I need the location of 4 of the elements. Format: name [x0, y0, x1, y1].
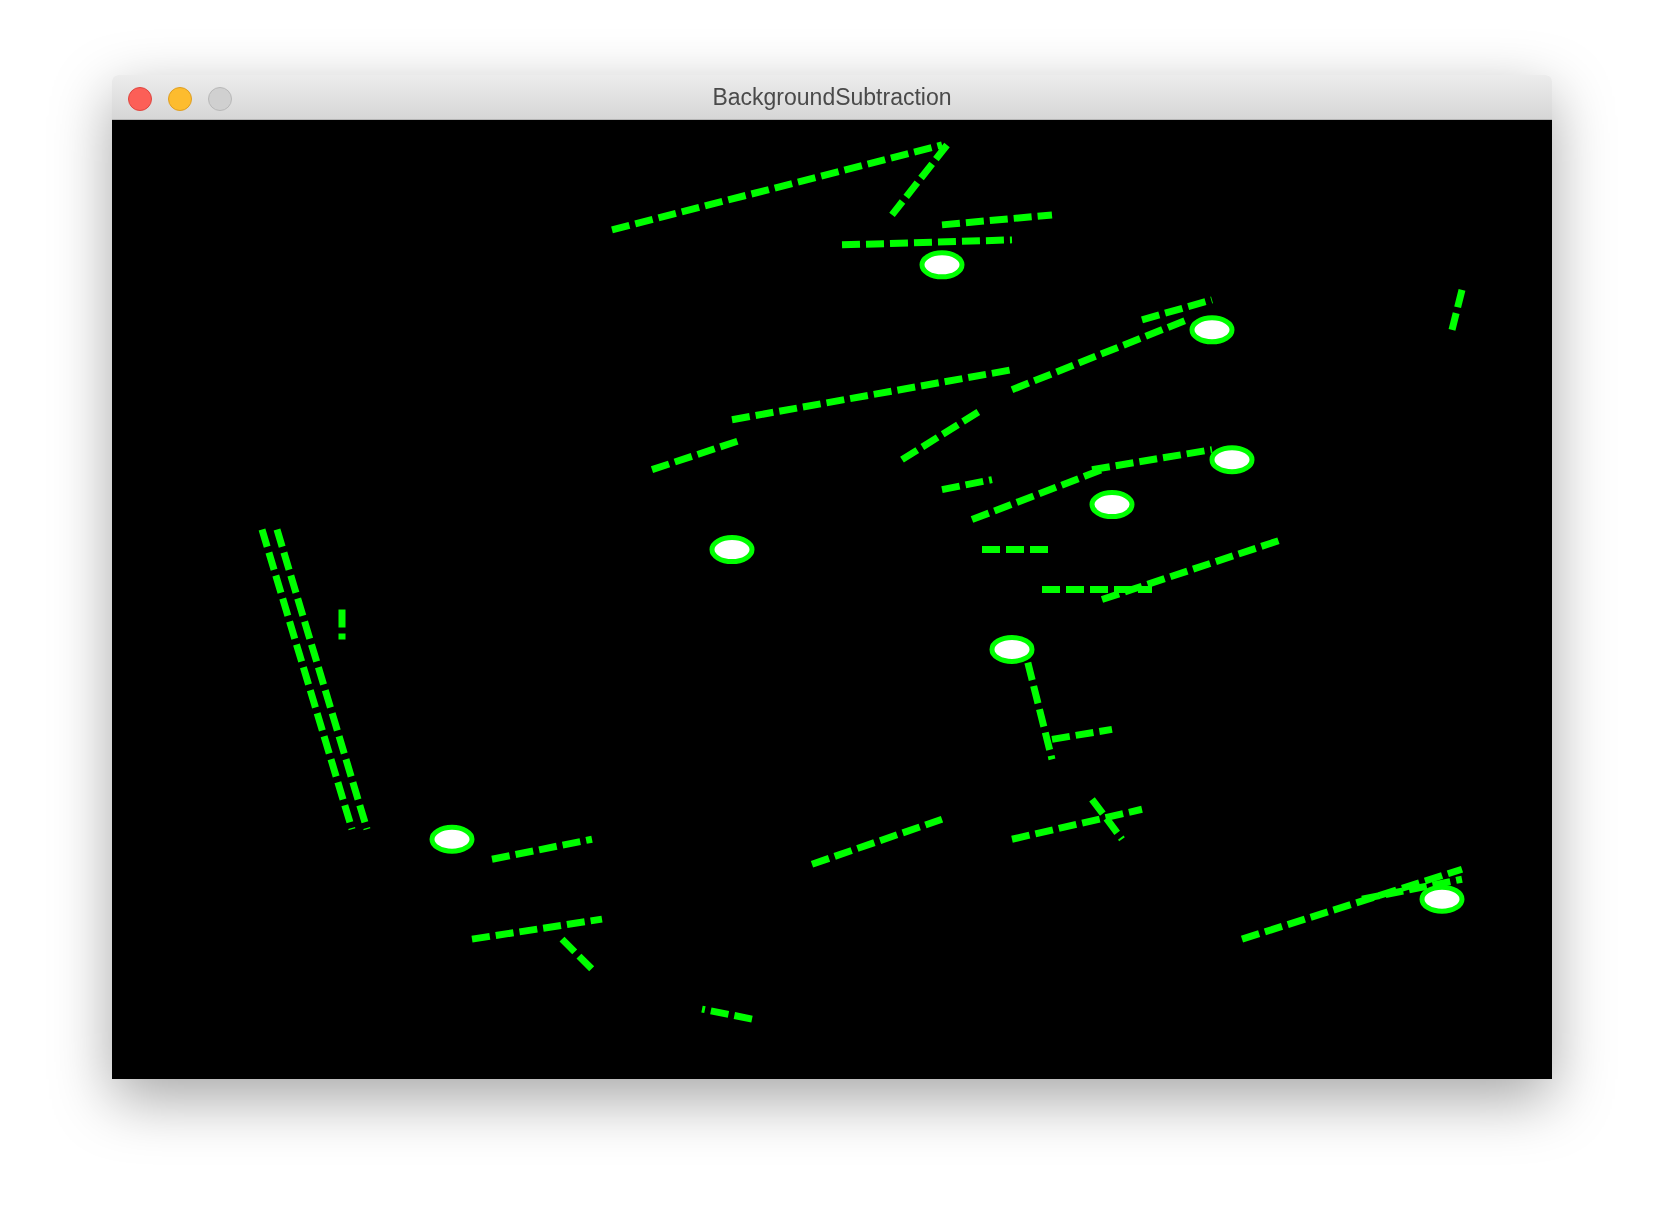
minimize-button[interactable] — [168, 87, 192, 111]
window-title: BackgroundSubtraction — [712, 83, 952, 111]
zoom-button[interactable] — [208, 87, 232, 111]
close-button[interactable] — [128, 87, 152, 111]
